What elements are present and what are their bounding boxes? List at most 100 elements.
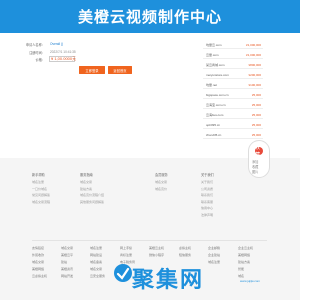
grid-link[interactable]: 商标注册 [120, 253, 132, 257]
domain-price: ¥5,000 [251, 123, 261, 127]
footer-link[interactable]: 关于我们 [201, 180, 247, 184]
domain-price: ¥5,000 [251, 113, 261, 117]
watermark-text: 聚集网 [132, 268, 205, 293]
footer-divider [32, 240, 267, 241]
grid-link[interactable]: 美橙资讯 [61, 267, 73, 271]
footer-link[interactable]: 法律声明 [201, 213, 247, 217]
grid-link[interactable]: 美橙云主机 [149, 246, 164, 250]
domain-name: meiyunstore.com [206, 73, 229, 77]
domain-item[interactable]: 某云商城.com ¥800,000 [203, 60, 263, 69]
footer-link[interactable]: 公司资质 [201, 187, 247, 191]
domain-name: 云海bus.com [206, 113, 224, 117]
grid-link[interactable]: 企业云主机 [238, 246, 253, 250]
domain-price: ¥200,000 [248, 73, 261, 77]
grid-link[interactable]: 网上手续 [120, 246, 132, 250]
grid-link[interactable]: 建站 [61, 260, 67, 264]
footer-link[interactable]: 域名竞价流程介绍 [80, 193, 126, 197]
grid-link[interactable]: 云安全服务 [90, 274, 105, 278]
footer-link-column: 新手帮助 域名注册 一口价域名 常见问题解答 域名交易流程 [32, 172, 78, 206]
grid-link[interactable]: 短信服务 [179, 253, 191, 257]
domain-name: 云海宝.com.cn [206, 103, 226, 107]
grid-link[interactable]: 网站建设 [90, 253, 102, 257]
watermark-logo-icon [114, 264, 132, 282]
footer-link[interactable]: 联系我们 [201, 193, 247, 197]
banner-title: 美橙云视频制作中心 [0, 0, 300, 33]
grid-link[interactable]: 美橙云平 [61, 253, 73, 257]
footer-link[interactable]: 信用中心 [201, 206, 247, 210]
footer-link[interactable]: 联系客服 [201, 200, 247, 204]
footer-link[interactable]: 域名交易 [155, 180, 201, 184]
side-float-widget[interactable]: 收藏 添加 收藏 图片 [248, 140, 270, 178]
grid-link[interactable]: 域名注册 [90, 246, 102, 250]
domain-item[interactable]: qoh095.cn ¥5,000 [203, 120, 263, 129]
grid-link[interactable]: 美橙网络 [238, 253, 250, 257]
applicant-value[interactable]: Overall () [50, 42, 63, 46]
domain-price: ¥5,000 [251, 133, 261, 137]
domain-item[interactable]: 云量.com ¥1,000,000 [203, 50, 263, 59]
domain-name: 坑量.net [206, 83, 218, 87]
grid-link[interactable]: 域名 [238, 274, 244, 278]
domain-price: ¥1,000,000 [245, 53, 261, 57]
footer-link[interactable]: 其他服务问题解答 [80, 200, 126, 204]
grid-link[interactable]: 域名注册 [208, 260, 220, 264]
domain-price: ¥100,000 [248, 83, 261, 87]
footer-link[interactable]: 域名注册 [32, 180, 78, 184]
grid-link[interactable]: 智能 [238, 267, 244, 271]
footer-link[interactable]: 一口价域名 [32, 187, 78, 191]
grid-link[interactable]: 域名交易 [32, 260, 44, 264]
grid-link[interactable]: 域名备案 [90, 260, 102, 264]
footer-link[interactable]: 常见问题解答 [32, 193, 78, 197]
domain-name: 云量.com [206, 53, 219, 57]
grid-link: 友情链接 [32, 246, 45, 250]
footer-link-column: 关于我们 关于我们 公司资质 联系我们 联系客服 信用中心 法律声明 [201, 172, 247, 219]
footer-link[interactable]: 域名竞价 [155, 187, 201, 191]
register-time-label: 注册时间： [29, 50, 45, 55]
grid-link[interactable]: 虚拟主机 [179, 246, 191, 250]
footer-link[interactable]: 建站方案 [80, 187, 126, 191]
register-time-value: 2022/7/1 10:41:35 [50, 50, 76, 54]
domain-name: 某云商城.com [206, 63, 225, 67]
applicant-label: 申请人名称： [25, 42, 45, 47]
domain-price: ¥5,000 [251, 93, 261, 97]
grid-link[interactable]: 微信小程序 [149, 253, 164, 257]
footer-link[interactable]: 域名交易 [80, 180, 126, 184]
footer-link[interactable]: 域名交易流程 [32, 200, 78, 204]
links-grid-row: 外贸收款 美橙云平 网站建设 商标注册 微信小程序 短信服务 企业建站 美橙网络 [32, 253, 267, 259]
back-home-button[interactable]: 返回首页 [108, 66, 132, 74]
grid-link[interactable]: 外贸收款 [32, 253, 44, 257]
domain-item[interactable]: 云海宝.com.cn ¥5,000 [203, 100, 263, 109]
domain-name: zhanJ35.cn [206, 133, 222, 137]
domain-price: ¥1,000,000 [245, 43, 261, 47]
grid-link[interactable]: 域名交易 [90, 267, 102, 271]
domain-price: ¥800,000 [248, 63, 261, 67]
footer-link-column: 会员服务 域名交易 域名竞价 [155, 172, 201, 193]
column-heading: 新手帮助 [32, 173, 45, 177]
domain-item[interactable]: 坑量.net ¥100,000 [203, 80, 263, 89]
domain-name: qoh095.cn [206, 123, 221, 127]
links-grid-row: 友情链接 域名交易 域名注册 网上手续 美橙云主机 虚拟主机 企业邮箱 企业云主… [32, 246, 267, 252]
price-value: ¥ 1,00.0000元 [51, 56, 77, 61]
domain-price: ¥5,000 [251, 103, 261, 107]
grid-link[interactable]: 网站开发 [61, 274, 73, 278]
domain-item[interactable]: 云海bus.com ¥5,000 [203, 110, 263, 119]
grid-link[interactable]: 美橙网络 [32, 267, 44, 271]
domain-item[interactable]: meiyunstore.com ¥200,000 [203, 70, 263, 79]
grid-link[interactable]: 企业邮箱 [208, 246, 220, 250]
domain-item[interactable]: bigspace.com.cn ¥5,000 [203, 90, 263, 99]
grid-link[interactable]: 域名交易 [61, 246, 73, 250]
column-heading: 服务指南 [80, 173, 93, 177]
side-text: 图片 [252, 170, 259, 174]
bookmark-icon[interactable]: 收藏 [255, 145, 263, 158]
domain-name: bigspace.com.cn [206, 93, 229, 97]
grid-link[interactable]: 建站方案 [238, 260, 250, 264]
grid-link[interactable]: 企业建站 [208, 253, 220, 257]
domain-item[interactable]: 坑量云.com ¥1,000,000 [203, 40, 263, 49]
domain-item[interactable]: zhanJ35.cn ¥5,000 [203, 130, 263, 139]
column-heading: 关于我们 [201, 173, 214, 177]
price-label: 价格： [35, 57, 45, 62]
grid-link[interactable]: 云虚拟主机 [32, 274, 47, 278]
watermark-url: www.jujijw.com [240, 279, 261, 283]
domain-name: 坑量云.com [206, 43, 222, 47]
footer-link-column: 服务指南 域名交易 建站方案 域名竞价流程介绍 其他服务问题解答 [80, 172, 126, 206]
login-button[interactable]: 立即登录 [79, 66, 105, 74]
